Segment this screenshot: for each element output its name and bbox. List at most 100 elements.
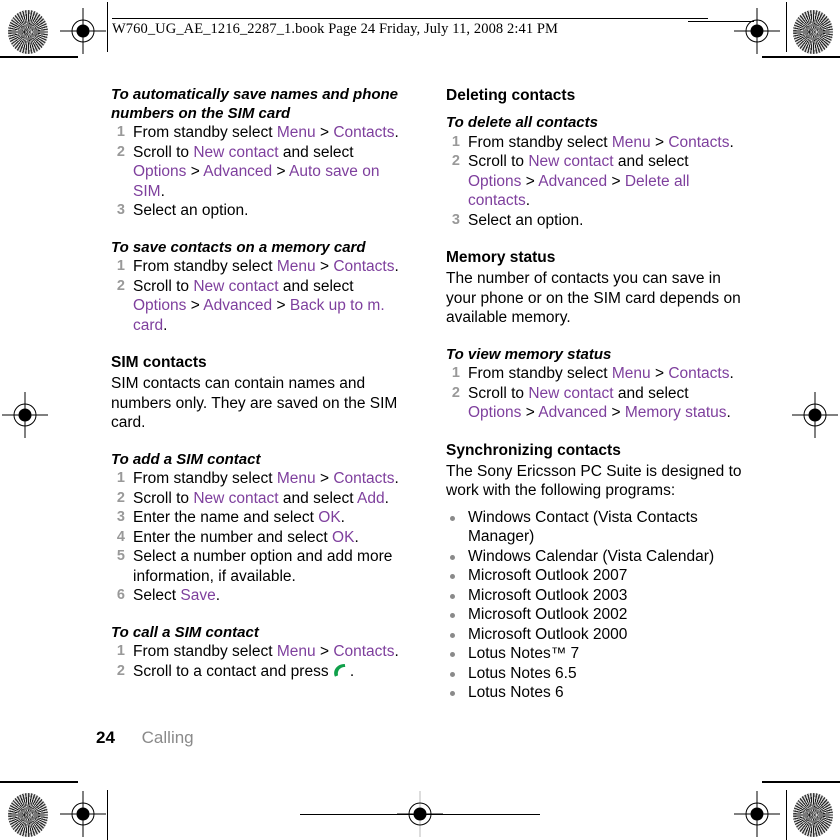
registration-starburst-bottom-left [8, 793, 48, 837]
page-number: 24 [96, 728, 115, 747]
procedure-heading: To delete all contacts [446, 114, 598, 131]
step-number: 2 [116, 277, 125, 294]
left-column: To automatically save names and phone nu… [111, 86, 411, 681]
step-number: 1 [116, 258, 125, 274]
step-text: Select an option. [468, 211, 584, 229]
menu-path-term: Menu [611, 133, 651, 151]
list-item: Microsoft Outlook 2003 [446, 586, 746, 606]
procedure-heading: To view memory status [446, 345, 612, 363]
menu-path-term: OK [318, 509, 341, 526]
menu-path-term: Contacts [668, 365, 730, 382]
step-text: Select a number option and add more info… [133, 548, 393, 585]
step-number: 3 [451, 211, 460, 228]
procedure-steps: 1 From standby select Menu > Contacts. 2 Sc… [111, 642, 411, 681]
step-number: 2 [451, 384, 460, 401]
step-number: 4 [116, 528, 125, 545]
supported-programs-list: Windows Contact (Vista Contacts Manager)… [446, 508, 746, 703]
menu-path-term: Advanced [203, 163, 273, 180]
menu-path-term: Contacts [333, 470, 395, 487]
step-number: 1 [451, 365, 460, 381]
step-number: 1 [116, 124, 125, 140]
step-text: From standby select [133, 643, 277, 660]
registration-target-top-left [60, 8, 106, 54]
right-column: Deleting contacts To delete all contacts… [446, 86, 746, 703]
section-body: The Sony Ericsson PC Suite is designed t… [446, 462, 742, 500]
menu-path-term: OK [332, 528, 355, 546]
step-text: Select an option. [133, 202, 249, 219]
step-text: and select [613, 153, 689, 170]
step-text: . [215, 587, 221, 604]
step-number: 3 [116, 509, 125, 525]
procedure-step: 1 From standby select Menu > Contacts. [111, 123, 411, 143]
menu-path-term: Menu [276, 470, 316, 487]
procedure-step: 3 Enter the name and select OK. [111, 508, 411, 528]
registration-target-top-right [734, 8, 780, 54]
menu-path-term: New contact [193, 489, 279, 507]
section-auto-save-sim: To automatically save names and phone nu… [111, 86, 411, 221]
procedure-step: 1 From standby select Menu > Contacts. [446, 133, 746, 153]
menu-path-term: Memory status [624, 404, 727, 421]
registration-target-bottom-right [734, 791, 780, 837]
procedure-heading: To call a SIM contact [111, 623, 259, 641]
step-text: Scroll to a contact and press [133, 662, 333, 680]
step-text: and select [278, 489, 358, 507]
menu-path-term: Options [468, 172, 522, 190]
section-heading: Memory status [446, 249, 556, 266]
menu-path-term: Menu [611, 365, 651, 382]
section-view-memory-status: To view memory status 1 From standby sele… [446, 346, 746, 423]
menu-path-term: Advanced [538, 172, 608, 190]
menu-path-term: Menu [276, 124, 316, 141]
procedure-step: 2 Scroll to New contact and select Option… [446, 384, 746, 423]
step-text: . [384, 489, 389, 507]
step-text: . [349, 662, 355, 680]
crop-line-bottom-center-horizontal [300, 814, 540, 815]
menu-path-term: Advanced [203, 297, 273, 314]
procedure-steps: 1 From standby select Menu > Contacts. 2 Sc… [446, 364, 746, 423]
step-text: > [650, 365, 669, 382]
procedure-steps: 1 From standby select Menu > Contacts. 2 Sc… [446, 133, 746, 231]
step-text: > [272, 297, 290, 314]
step-number: 1 [116, 470, 125, 486]
step-text: and select [278, 143, 354, 161]
step-text: . [729, 365, 734, 382]
step-text: . [726, 404, 731, 421]
procedure-steps: 1 From standby select Menu > Contacts. 2 Sc… [111, 123, 411, 221]
step-number: 2 [116, 489, 125, 506]
step-text: . [729, 133, 734, 151]
step-text: > [607, 404, 625, 421]
section-heading: Synchronizing contacts [446, 441, 621, 459]
step-text: . [525, 192, 531, 209]
step-text: > [650, 133, 669, 151]
step-text: . [394, 643, 399, 660]
procedure-step: 2 Scroll to New contact and select Add. [111, 489, 411, 509]
step-text: . [340, 509, 345, 526]
step-number: 6 [116, 587, 125, 603]
list-item: Lotus Notes 6 [446, 683, 746, 703]
step-text: From standby select [133, 258, 277, 275]
menu-path-term: Menu [276, 258, 316, 275]
step-number: 5 [116, 548, 125, 564]
step-text: > [315, 643, 334, 660]
list-item: Windows Calendar (Vista Calendar) [446, 547, 746, 567]
crop-rule-upper-left [0, 56, 78, 58]
registration-target-left-middle [2, 392, 48, 438]
section-save-memory-card: To save contacts on a memory card 1 From … [111, 239, 411, 336]
step-text: Enter the number and select [133, 528, 333, 546]
page-footer: 24 Calling [96, 728, 194, 748]
section-deleting-contacts: Deleting contacts [446, 86, 746, 105]
step-number: 1 [116, 643, 125, 659]
menu-path-term: Add [357, 489, 385, 507]
step-number: 2 [116, 662, 125, 679]
list-item: Lotus Notes™ 7 [446, 644, 746, 664]
procedure-heading: To automatically save names and phone nu… [111, 86, 399, 122]
step-text: > [315, 124, 334, 141]
menu-path-term: Contacts [668, 133, 730, 151]
step-text: From standby select [133, 124, 277, 141]
menu-path-term: Options [133, 297, 187, 314]
registration-target-bottom-left [60, 791, 106, 837]
